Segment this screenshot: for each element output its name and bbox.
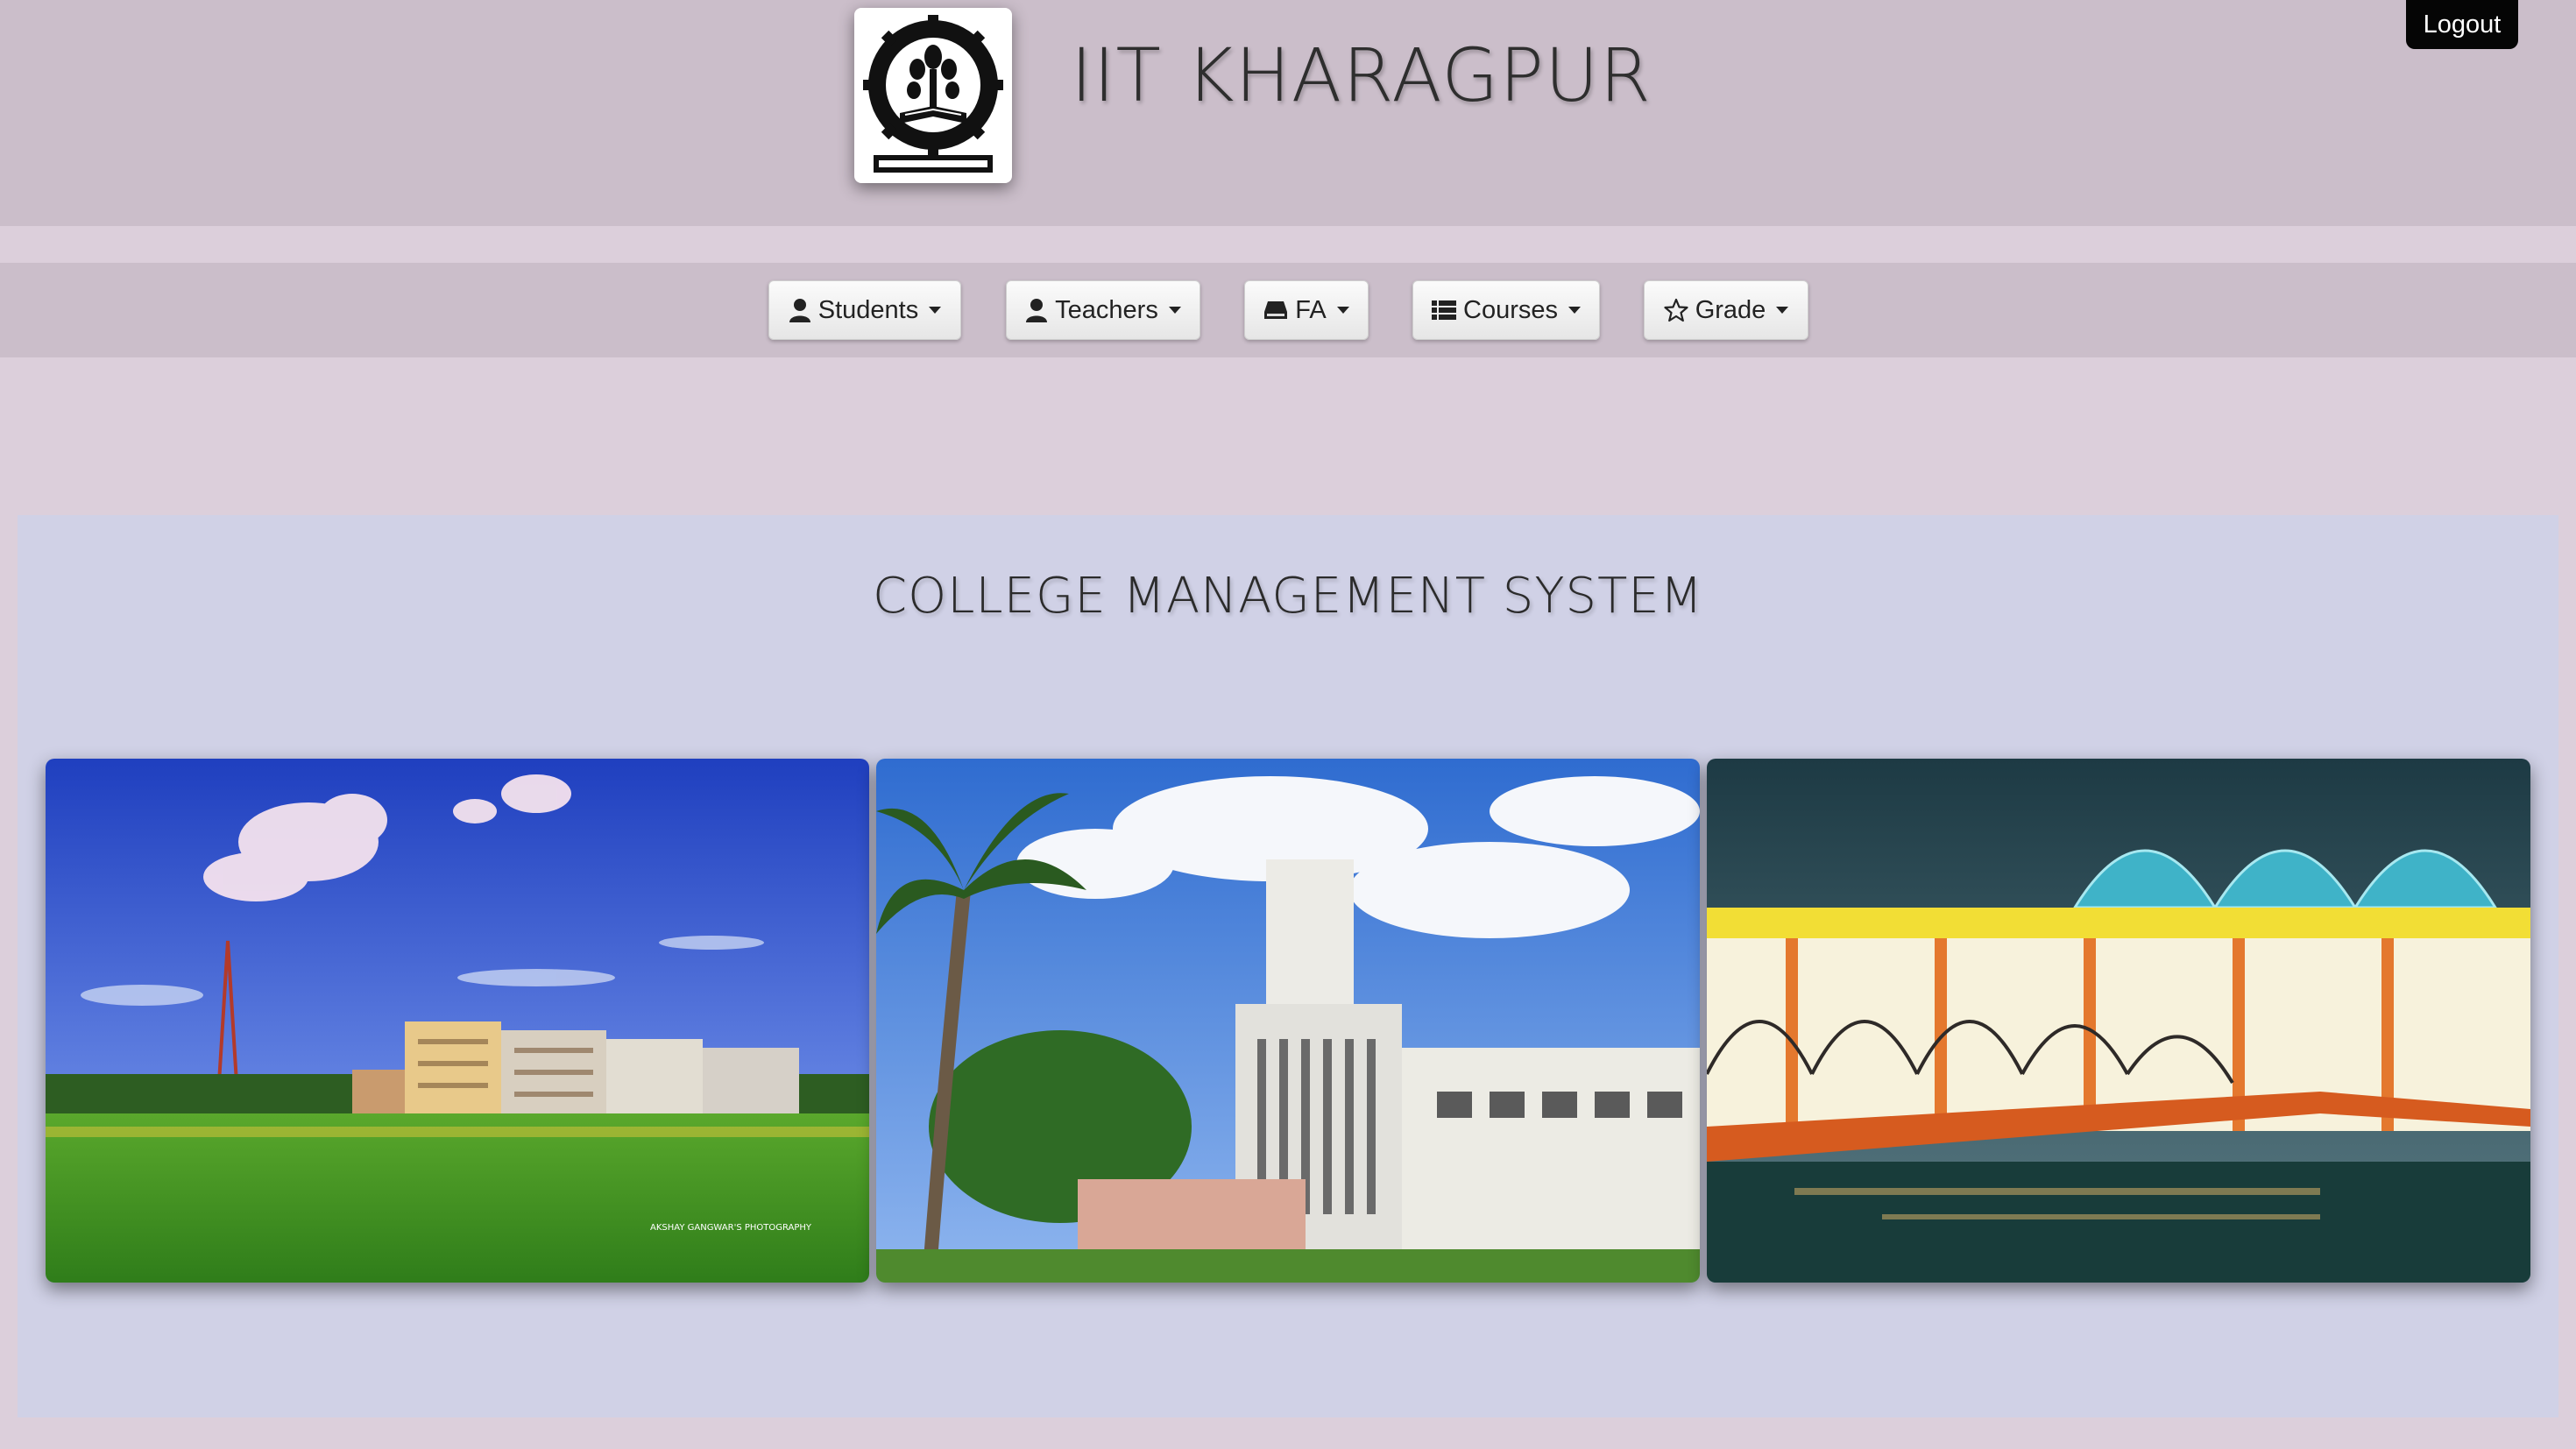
main-navbar: Students Teachers FA Courses Grade [0, 263, 2576, 357]
chevron-down-icon [1776, 307, 1789, 314]
chevron-down-icon [1168, 307, 1181, 314]
chevron-down-icon [929, 307, 942, 314]
main-content-panel: COLLEGE MANAGEMENT SYSTEM AKSHAY GANGWAR… [18, 515, 2558, 1417]
iit-kharagpur-logo [854, 8, 1012, 183]
user-icon [1025, 298, 1048, 322]
logout-button[interactable]: Logout [2406, 0, 2518, 49]
nav-grade-dropdown[interactable]: Grade [1644, 280, 1808, 340]
chevron-down-icon [1336, 307, 1349, 314]
nav-courses-label: Courses [1463, 295, 1558, 324]
photo-watermark: AKSHAY GANGWAR'S PHOTOGRAPHY [650, 1223, 812, 1233]
iit-emblem-icon [863, 15, 1003, 173]
bridge-night-photo [1707, 759, 2530, 1283]
site-header: IIT KHARAGPUR Logout [0, 0, 2576, 226]
nav-courses-dropdown[interactable]: Courses [1412, 280, 1600, 340]
nav-fa-dropdown[interactable]: FA [1244, 280, 1369, 340]
list-icon [1432, 300, 1456, 321]
nav-fa-label: FA [1295, 295, 1327, 324]
nav-grade-label: Grade [1695, 295, 1766, 324]
nav-teachers-label: Teachers [1055, 295, 1158, 324]
page-heading: COLLEGE MANAGEMENT SYSTEM [873, 568, 1703, 625]
site-title: IIT KHARAGPUR [1071, 32, 1652, 118]
nav-students-label: Students [817, 295, 919, 324]
chevron-down-icon [1568, 307, 1581, 314]
user-icon [789, 298, 811, 322]
nav-students-dropdown[interactable]: Students [768, 280, 961, 340]
nav-teachers-dropdown[interactable]: Teachers [1006, 280, 1200, 340]
main-building-photo [876, 759, 1700, 1283]
hdd-icon [1263, 300, 1288, 321]
campus-field-photo: AKSHAY GANGWAR'S PHOTOGRAPHY [46, 759, 869, 1283]
star-outline-icon [1664, 298, 1688, 322]
